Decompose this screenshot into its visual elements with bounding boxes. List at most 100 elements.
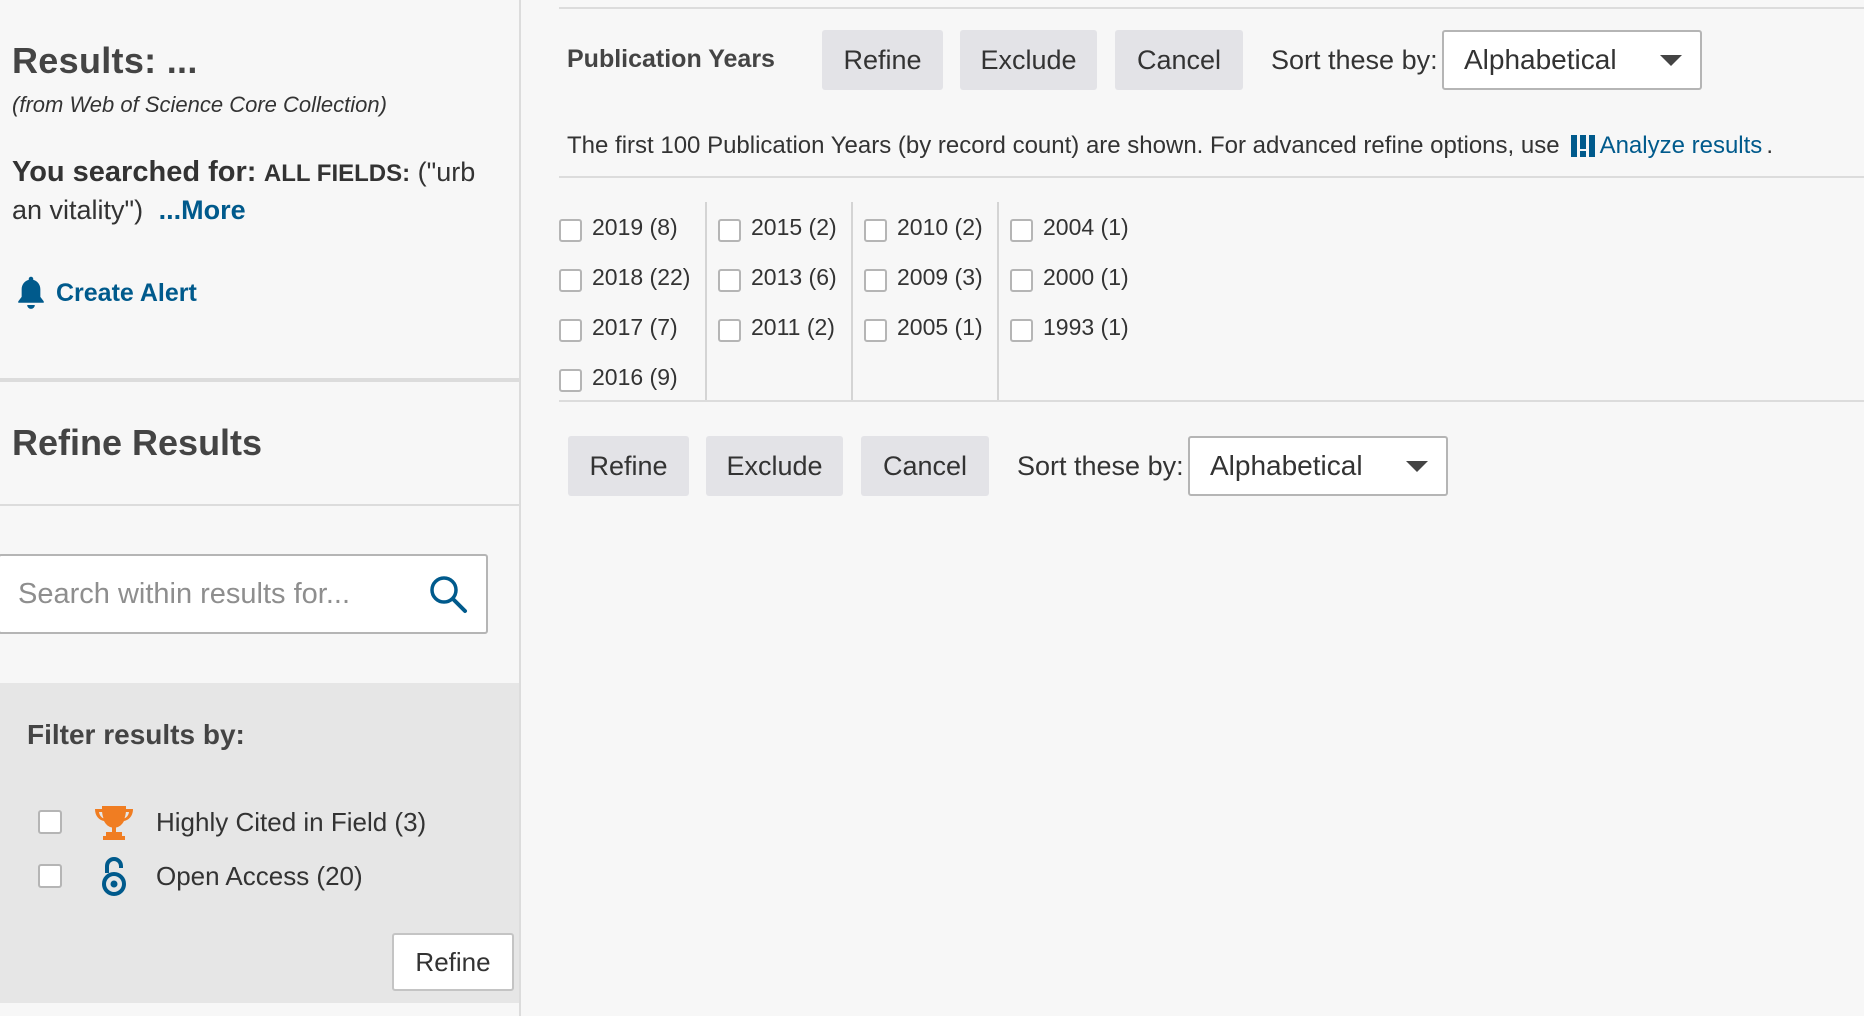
year-label: 2015 (2) bbox=[751, 213, 837, 240]
searched-query-line2: an vitality") bbox=[12, 195, 144, 225]
bar-chart-icon bbox=[1570, 135, 1595, 157]
year-checkbox[interactable] bbox=[864, 268, 887, 292]
divider bbox=[559, 176, 1864, 178]
year-option-1993[interactable]: 1993 (1) bbox=[1010, 302, 1129, 352]
year-option-2000[interactable]: 2000 (1) bbox=[1010, 252, 1129, 302]
refine-results-heading: Refine Results bbox=[12, 422, 263, 463]
year-checkbox[interactable] bbox=[559, 368, 582, 392]
year-checkbox[interactable] bbox=[559, 268, 582, 292]
results-source: (from Web of Science Core Collection) bbox=[12, 92, 387, 117]
searched-label: You searched for: bbox=[12, 156, 257, 188]
year-label: 2019 (8) bbox=[592, 213, 678, 240]
searched-query-line1: ("urb bbox=[417, 157, 476, 187]
publication-years-panel: Publication Years Refine Exclude Cancel … bbox=[521, 0, 1864, 1016]
exclude-button-top[interactable]: Exclude bbox=[960, 30, 1097, 90]
filter-open-access: Open Access (20) bbox=[38, 854, 363, 898]
year-option-2019[interactable]: 2019 (8) bbox=[559, 202, 690, 252]
more-link[interactable]: ...More bbox=[159, 195, 246, 225]
year-checkbox[interactable] bbox=[718, 318, 741, 342]
search-within-input[interactable] bbox=[0, 577, 400, 611]
info-suffix: . bbox=[1766, 132, 1773, 159]
bell-icon bbox=[18, 276, 44, 309]
divider bbox=[559, 400, 1864, 402]
refine-button-top[interactable]: Refine bbox=[822, 30, 943, 90]
year-checkbox[interactable] bbox=[1010, 218, 1033, 242]
year-column-2: 2015 (2) 2013 (6) 2011 (2) bbox=[718, 202, 837, 400]
refine-button-bottom[interactable]: Refine bbox=[568, 436, 689, 496]
open-access-icon bbox=[92, 854, 136, 898]
year-option-2016[interactable]: 2016 (9) bbox=[559, 352, 690, 402]
open-access-label: Open Access (20) bbox=[156, 860, 363, 891]
year-column-1: 2019 (8) 2018 (22) 2017 (7) 2016 (9) bbox=[559, 202, 690, 400]
divider bbox=[0, 378, 521, 382]
sort-select-top[interactable]: Alphabetical bbox=[1442, 30, 1702, 90]
year-option-2017[interactable]: 2017 (7) bbox=[559, 302, 690, 352]
search-icon[interactable] bbox=[428, 574, 468, 614]
year-option-2018[interactable]: 2018 (22) bbox=[559, 252, 690, 302]
year-checkbox[interactable] bbox=[718, 268, 741, 292]
year-checkbox[interactable] bbox=[559, 218, 582, 242]
year-column-4: 2004 (1) 2000 (1) 1993 (1) bbox=[1010, 202, 1129, 400]
exclude-button-bottom[interactable]: Exclude bbox=[706, 436, 843, 496]
filter-refine-button[interactable]: Refine bbox=[392, 933, 514, 991]
year-label: 2004 (1) bbox=[1043, 213, 1129, 240]
year-label: 2000 (1) bbox=[1043, 263, 1129, 290]
year-option-2013[interactable]: 2013 (6) bbox=[718, 252, 837, 302]
results-summary: Results: ... (from Web of Science Core C… bbox=[12, 40, 502, 229]
year-label: 1993 (1) bbox=[1043, 313, 1129, 340]
column-divider bbox=[705, 202, 707, 400]
year-column-3: 2010 (2) 2009 (3) 2005 (1) bbox=[864, 202, 983, 400]
searched-field: ALL FIELDS: bbox=[263, 160, 411, 187]
search-within-box bbox=[0, 554, 488, 634]
sort-label-top: Sort these by: bbox=[1271, 45, 1438, 75]
sort-select-bottom[interactable]: Alphabetical bbox=[1188, 436, 1448, 496]
divider bbox=[559, 7, 1864, 9]
info-line: The first 100 Publication Years (by reco… bbox=[567, 132, 1773, 160]
create-alert-link[interactable]: Create Alert bbox=[14, 274, 197, 312]
year-option-2010[interactable]: 2010 (2) bbox=[864, 202, 983, 252]
year-label: 2011 (2) bbox=[751, 313, 835, 340]
publication-years-label: Publication Years bbox=[567, 45, 775, 73]
year-option-2005[interactable]: 2005 (1) bbox=[864, 302, 983, 352]
sort-value-bottom: Alphabetical bbox=[1210, 450, 1363, 481]
year-label: 2017 (7) bbox=[592, 313, 678, 340]
highly-cited-label: Highly Cited in Field (3) bbox=[156, 806, 427, 837]
sort-value-top: Alphabetical bbox=[1464, 44, 1617, 75]
filter-title: Filter results by: bbox=[27, 719, 245, 750]
chevron-down-icon bbox=[1660, 55, 1682, 66]
year-option-2004[interactable]: 2004 (1) bbox=[1010, 202, 1129, 252]
year-checkbox[interactable] bbox=[864, 218, 887, 242]
year-label: 2009 (3) bbox=[897, 263, 983, 290]
trophy-icon bbox=[92, 800, 136, 844]
highly-cited-checkbox[interactable] bbox=[38, 810, 62, 834]
year-label: 2005 (1) bbox=[897, 313, 983, 340]
year-label: 2018 (22) bbox=[592, 263, 691, 290]
divider bbox=[0, 504, 521, 506]
analyze-results-label: Analyze results bbox=[1599, 132, 1763, 159]
year-option-2011[interactable]: 2011 (2) bbox=[718, 302, 837, 352]
year-checkbox[interactable] bbox=[864, 318, 887, 342]
year-checkbox[interactable] bbox=[559, 318, 582, 342]
year-label: 2013 (6) bbox=[751, 263, 837, 290]
year-label: 2016 (9) bbox=[592, 363, 678, 390]
year-checkbox[interactable] bbox=[1010, 268, 1033, 292]
year-label: 2010 (2) bbox=[897, 213, 983, 240]
results-title: Results: ... bbox=[12, 40, 198, 81]
column-divider bbox=[851, 202, 853, 400]
open-access-checkbox[interactable] bbox=[38, 864, 62, 888]
analyze-results-link[interactable]: Analyze results bbox=[1570, 132, 1763, 160]
year-option-2015[interactable]: 2015 (2) bbox=[718, 202, 837, 252]
cancel-button-top[interactable]: Cancel bbox=[1115, 30, 1243, 90]
sort-label-bottom: Sort these by: bbox=[1017, 451, 1184, 481]
sidebar: Results: ... (from Web of Science Core C… bbox=[0, 0, 521, 1016]
year-checkbox[interactable] bbox=[1010, 318, 1033, 342]
cancel-button-bottom[interactable]: Cancel bbox=[861, 436, 989, 496]
filter-highly-cited: Highly Cited in Field (3) bbox=[38, 800, 426, 844]
year-checkbox[interactable] bbox=[718, 218, 741, 242]
year-option-2009[interactable]: 2009 (3) bbox=[864, 252, 983, 302]
chevron-down-icon bbox=[1406, 461, 1428, 472]
column-divider bbox=[997, 202, 999, 400]
search-query-summary: You searched for: ALL FIELDS: ("urb an v… bbox=[12, 154, 502, 229]
create-alert-label: Create Alert bbox=[56, 278, 197, 307]
info-text: The first 100 Publication Years (by reco… bbox=[567, 132, 1560, 159]
